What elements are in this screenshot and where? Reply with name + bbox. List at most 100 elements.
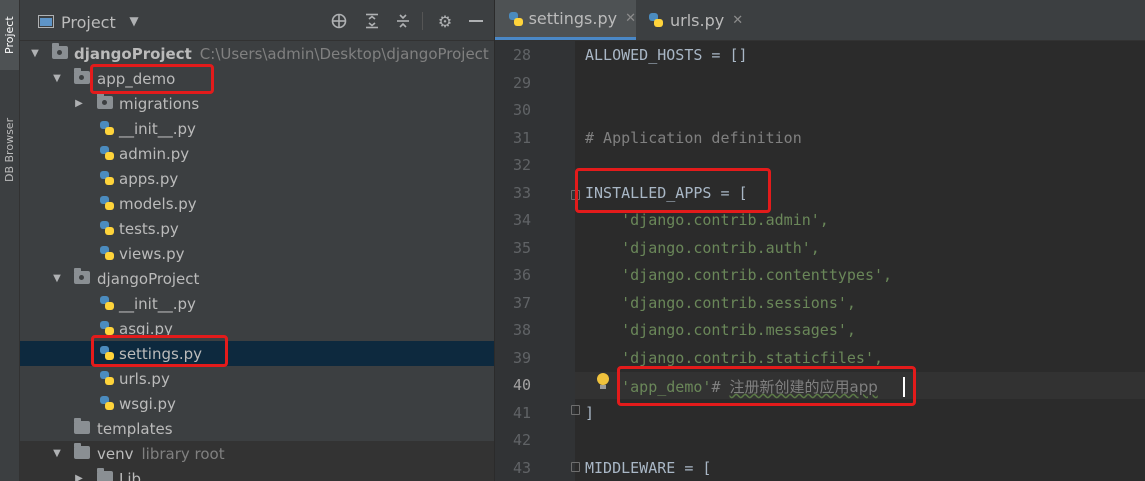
editor-tab-bar: settings.py ✕ urls.py ✕ (495, 0, 1145, 41)
tree-item-label: tests.py (119, 219, 179, 238)
python-file-icon (648, 12, 664, 28)
module-folder-icon (52, 43, 68, 62)
project-tool-tab[interactable]: Project (0, 0, 19, 70)
chevron-right-icon[interactable]: ▶ (73, 98, 85, 110)
folder-icon (74, 418, 90, 437)
module-folder-icon (97, 93, 113, 112)
tree-item-label: djangoProject (97, 269, 200, 288)
python-file-icon (99, 245, 115, 261)
tree-row-migrations[interactable]: ▶ migrations (20, 91, 494, 116)
folder-icon (97, 468, 113, 481)
tree-row-file[interactable]: urls.py (20, 366, 494, 391)
tool-window-strip: Project DB Browser (0, 0, 20, 481)
tab-label: urls.py (670, 10, 725, 30)
tree-row-label: djangoProject C:\Users\admin\Desktop\djan… (74, 45, 489, 63)
close-icon[interactable]: ✕ (625, 11, 636, 26)
chevron-down-icon[interactable]: ▼ (51, 448, 63, 460)
tree-item-label: views.py (119, 244, 185, 263)
tree-row-file[interactable]: wsgi.py (20, 391, 494, 416)
tree-item-label: admin.py (119, 144, 190, 163)
tree-item-label: apps.py (119, 169, 179, 188)
python-file-icon (99, 170, 115, 186)
code-line-comment[interactable]: # Application definition (585, 129, 802, 147)
tree-item-label: models.py (119, 194, 197, 213)
chevron-down-icon[interactable]: ▼ (51, 73, 63, 85)
fold-marker-icon[interactable] (571, 405, 580, 415)
line-number-current: 40 (512, 376, 531, 394)
gear-icon[interactable]: ⚙ (436, 12, 454, 31)
project-panel-header: Project ▼ ⚙ (20, 0, 494, 41)
code-line-string[interactable]: 'django.contrib.contenttypes', (585, 266, 892, 284)
python-file-icon (99, 220, 115, 236)
line-number: 39 (512, 349, 531, 367)
tree-row-venv[interactable]: ▼ venv library root (20, 441, 494, 466)
python-file-icon (99, 320, 115, 336)
tree-row-file[interactable]: tests.py (20, 216, 494, 241)
locate-crosshair-icon[interactable] (330, 12, 348, 30)
code-line-string[interactable]: 'django.contrib.staticfiles', (585, 349, 883, 367)
folder-icon (74, 443, 90, 462)
tree-item-label: __init__.py (119, 119, 196, 138)
python-file-icon (99, 395, 115, 411)
tree-item-label: djangoProject (74, 44, 192, 63)
line-number: 36 (512, 266, 531, 284)
code-line-string[interactable]: 'django.contrib.messages', (585, 321, 856, 339)
close-icon[interactable]: ✕ (732, 13, 743, 28)
lightbulb-icon[interactable] (596, 373, 610, 391)
tree-row-file[interactable]: admin.py (20, 141, 494, 166)
chevron-down-icon[interactable]: ▼ (125, 12, 143, 30)
chevron-right-icon[interactable]: ▶ (73, 473, 85, 481)
line-number: 31 (512, 129, 531, 147)
code-line-string[interactable]: 'django.contrib.sessions', (585, 294, 856, 312)
line-number: 34 (512, 211, 531, 229)
tree-item-path-hint: C:\Users\admin\Desktop\djangoProject (199, 44, 489, 63)
tab-label: settings.py (528, 9, 618, 28)
code-editor: settings.py ✕ urls.py ✕ 28 29 30 31 32 3… (495, 0, 1145, 481)
project-panel-title[interactable]: Project (61, 13, 116, 32)
code-line[interactable]: ALLOWED_HOSTS = [] (585, 46, 748, 64)
tree-item-label: venv (97, 444, 134, 463)
tree-row-lib[interactable]: ▶ Lib (20, 466, 494, 481)
line-number: 33 (512, 184, 531, 202)
tab-settings-py[interactable]: settings.py ✕ (495, 0, 636, 40)
python-file-icon (99, 120, 115, 136)
python-file-icon (508, 11, 523, 27)
db-browser-tool-tab-label: DB Browser (3, 117, 16, 183)
tree-row-file[interactable]: views.py (20, 241, 494, 266)
line-number: 38 (512, 321, 531, 339)
hide-panel-icon[interactable] (467, 12, 485, 30)
code-line-string[interactable]: 'django.contrib.admin', (585, 211, 829, 229)
fold-marker-icon[interactable] (571, 462, 580, 472)
tree-row-file[interactable]: __init__.py (20, 291, 494, 316)
line-number: 41 (512, 404, 531, 422)
tree-item-label: templates (97, 419, 173, 438)
tree-item-label: wsgi.py (119, 394, 176, 413)
tree-row-file[interactable]: apps.py (20, 166, 494, 191)
project-tool-tab-label: Project (3, 16, 16, 54)
tab-urls-py[interactable]: urls.py ✕ (648, 0, 743, 40)
chevron-down-icon[interactable]: ▼ (29, 48, 41, 60)
tree-row-django-package[interactable]: ▼ djangoProject (20, 266, 494, 291)
python-file-icon (99, 145, 115, 161)
python-file-icon (99, 195, 115, 211)
tree-row-project-root[interactable]: ▼ djangoProject C:\Users\admin\Desktop\dj… (20, 41, 494, 66)
highlight-box-settings (91, 335, 228, 367)
line-number: 37 (512, 294, 531, 312)
code-line[interactable]: ] (585, 404, 594, 422)
code-line-string[interactable]: 'django.contrib.auth', (585, 239, 820, 257)
tree-row-file[interactable]: models.py (20, 191, 494, 216)
tree-item-label: migrations (119, 94, 200, 113)
tree-row-file[interactable]: __init__.py (20, 116, 494, 141)
line-number: 43 (512, 459, 531, 477)
project-view-icon (38, 15, 54, 28)
expand-all-icon[interactable] (363, 12, 381, 30)
tree-row-label: venv library root (97, 445, 225, 463)
tree-row-templates[interactable]: templates (20, 416, 494, 441)
highlight-box-app-demo (90, 64, 214, 94)
collapse-all-icon[interactable] (394, 12, 412, 30)
db-browser-tool-tab[interactable]: DB Browser (0, 100, 19, 200)
code-line[interactable]: MIDDLEWARE = [ (585, 459, 711, 477)
module-folder-icon (74, 268, 90, 287)
chevron-down-icon[interactable]: ▼ (51, 273, 63, 285)
tree-item-label: urls.py (119, 369, 170, 388)
